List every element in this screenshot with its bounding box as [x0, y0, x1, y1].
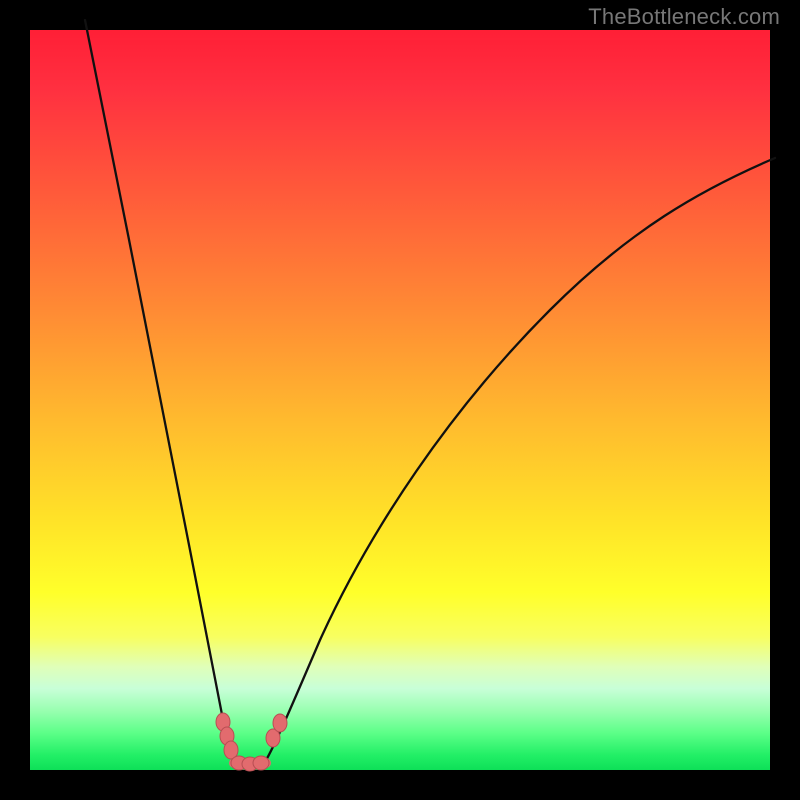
marker-dot	[273, 714, 287, 732]
left-branch-curve	[85, 20, 235, 762]
curves-svg	[30, 30, 770, 770]
chart-frame: TheBottleneck.com	[0, 0, 800, 800]
marker-group	[216, 713, 287, 771]
watermark-text: TheBottleneck.com	[588, 4, 780, 30]
right-branch-curve	[265, 158, 775, 762]
marker-dot	[253, 756, 269, 770]
plot-area	[30, 30, 770, 770]
